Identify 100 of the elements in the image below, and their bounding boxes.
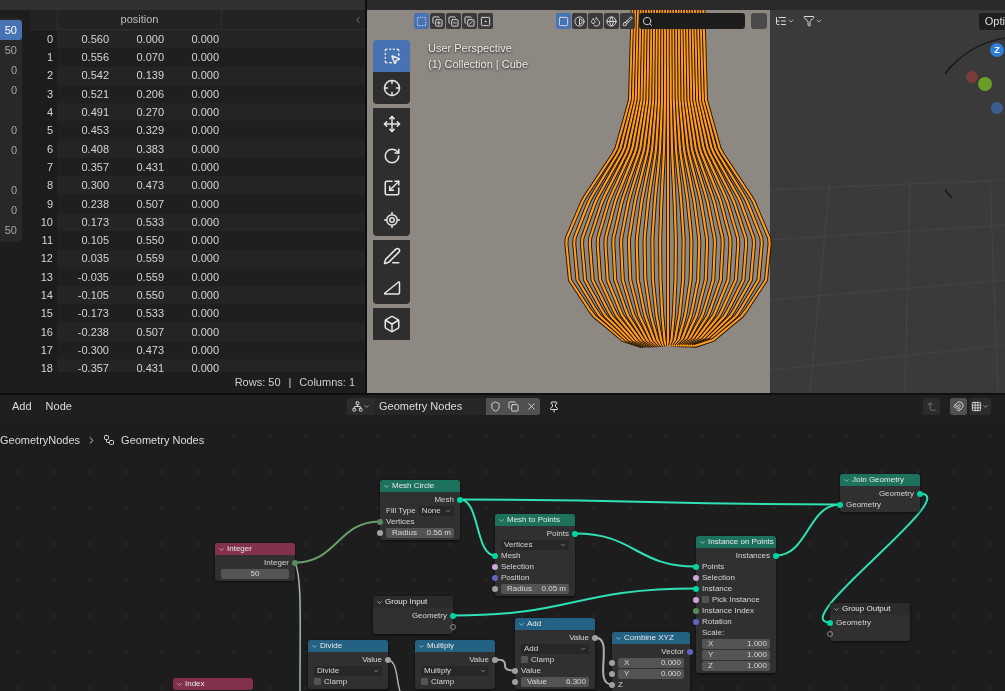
collapse-icon[interactable] xyxy=(353,14,363,25)
options-button[interactable]: Opti xyxy=(978,13,1005,30)
domain-count[interactable]: 0 xyxy=(0,80,22,100)
node-panel[interactable]: Join Geometry Geometry Geometry xyxy=(840,474,920,512)
node-socket[interactable] xyxy=(492,552,498,559)
node-socket[interactable] xyxy=(693,596,699,603)
number-field[interactable]: X 1.000 xyxy=(702,638,770,649)
crosshair-icon[interactable] xyxy=(373,72,410,104)
node-socket[interactable] xyxy=(377,529,383,536)
toggle-button[interactable] xyxy=(751,13,767,29)
navigation-gizmo-drawing[interactable] xyxy=(945,36,1005,200)
node-socket[interactable] xyxy=(292,559,298,566)
collapse-icon[interactable] xyxy=(311,642,318,650)
move-arrows-icon[interactable] xyxy=(373,108,410,140)
node-header[interactable]: Mesh Circle xyxy=(380,480,460,492)
dropdown[interactable]: Divide xyxy=(314,665,382,676)
shield-icon[interactable] xyxy=(486,398,504,415)
node-panel[interactable]: Integer Integer 50 xyxy=(215,543,295,581)
node-socket[interactable] xyxy=(693,607,699,614)
node-header[interactable]: Divide xyxy=(308,640,388,652)
pin-icon[interactable] xyxy=(548,400,560,413)
droplets-icon[interactable] xyxy=(588,13,603,29)
node-socket[interactable] xyxy=(492,656,498,663)
node-socket[interactable] xyxy=(693,618,699,625)
pen-icon[interactable] xyxy=(373,240,410,272)
checkbox[interactable] xyxy=(314,678,321,685)
domain-count[interactable]: 0 xyxy=(0,120,22,140)
transform-icon[interactable] xyxy=(373,204,410,236)
collapse-icon[interactable] xyxy=(518,620,525,628)
node-socket[interactable] xyxy=(512,667,518,674)
node-header[interactable]: Group Input xyxy=(373,596,453,608)
dropdown[interactable]: Vertices xyxy=(501,539,569,550)
grid-icon[interactable] xyxy=(971,401,982,412)
node-socket[interactable] xyxy=(693,563,699,570)
node-socket[interactable] xyxy=(592,634,598,641)
filter-icon[interactable] xyxy=(803,15,815,27)
checkbox[interactable] xyxy=(521,656,528,663)
node-socket[interactable] xyxy=(687,648,693,655)
number-field[interactable]: X 0.000 xyxy=(618,657,684,668)
domain-count[interactable]: 0 xyxy=(0,60,22,80)
close-icon[interactable] xyxy=(522,398,540,415)
node-header[interactable]: Add xyxy=(515,618,595,630)
number-field[interactable]: Y 0.000 xyxy=(618,668,684,679)
menu-item[interactable]: Add xyxy=(12,398,32,415)
caret-icon[interactable] xyxy=(815,17,823,25)
node-header[interactable]: Instance on Points xyxy=(696,536,776,548)
node-socket[interactable] xyxy=(377,518,383,525)
add-cube-icon[interactable] xyxy=(373,308,410,340)
caret-icon[interactable] xyxy=(982,403,989,410)
half-circle-icon[interactable] xyxy=(572,13,587,29)
node-socket[interactable] xyxy=(450,612,456,619)
node-panel[interactable]: Group Output Geometry xyxy=(830,603,910,641)
checkbox[interactable] xyxy=(702,596,709,603)
caret-icon[interactable] xyxy=(362,403,370,410)
brush-icon[interactable] xyxy=(620,13,635,29)
node-socket[interactable] xyxy=(492,585,498,592)
node-socket[interactable] xyxy=(457,496,463,503)
number-field[interactable]: Y 1.000 xyxy=(702,649,770,660)
node-group-field[interactable]: Geometry Nodes xyxy=(374,398,486,415)
menu-item[interactable]: Node xyxy=(45,398,72,415)
breadcrumb-item[interactable]: GeometryNodes xyxy=(0,432,81,449)
node-socket[interactable] xyxy=(512,678,518,685)
breadcrumb-item[interactable]: Geometry Nodes xyxy=(121,432,205,449)
node-socket[interactable] xyxy=(773,552,779,559)
node-socket[interactable] xyxy=(827,619,833,626)
node-socket[interactable] xyxy=(609,681,615,688)
node-header[interactable]: Combine XYZ xyxy=(612,632,690,644)
square-icon[interactable] xyxy=(556,13,571,29)
square-dot-icon[interactable] xyxy=(478,13,493,29)
copy-minus-icon[interactable] xyxy=(446,13,461,29)
domain-count[interactable]: 0 xyxy=(0,140,22,160)
node-header[interactable]: Integer xyxy=(215,543,295,555)
node-panel[interactable]: Add Value Add Clamp Value Value 6.300 xyxy=(515,618,595,689)
node-socket[interactable] xyxy=(492,563,498,570)
collapse-icon[interactable] xyxy=(833,605,840,613)
caret-icon[interactable] xyxy=(787,17,795,25)
collapse-icon[interactable] xyxy=(176,680,183,688)
select-box-icon[interactable] xyxy=(373,40,410,72)
node-panel[interactable]: Instance on Points Instances Points Selection Instance Pick Instance Instance Index Rotation Scale: X 1.000 Y 1.000 Z 1.000 xyxy=(696,536,776,673)
node-panel[interactable]: Multiply Value Multiply Clamp xyxy=(415,640,495,689)
node-panel[interactable]: Divide Value Divide Clamp xyxy=(308,640,388,689)
collapse-icon[interactable] xyxy=(218,545,225,553)
copy-plus-icon[interactable] xyxy=(430,13,445,29)
number-field[interactable]: Radius 0.05 m xyxy=(501,583,569,594)
checkbox[interactable] xyxy=(421,678,428,685)
domain-count[interactable]: 50 xyxy=(0,20,22,40)
node-header[interactable]: Multiply xyxy=(415,640,495,652)
collapse-icon[interactable] xyxy=(376,598,383,606)
dashed-square-icon[interactable] xyxy=(414,13,429,29)
node-panel[interactable]: Index xyxy=(173,678,253,690)
node-panel[interactable]: Combine XYZ Vector X 0.000 Y 0.000 Z xyxy=(612,632,690,691)
node-socket[interactable] xyxy=(572,530,578,537)
number-field[interactable]: 50 xyxy=(221,568,289,579)
search-field[interactable] xyxy=(639,13,745,29)
number-field[interactable]: Radius 0.56 m xyxy=(386,527,454,538)
node-panel[interactable]: Mesh to Points Points Vertices Mesh Selection Position Radius 0.05 m xyxy=(495,514,575,596)
node-header[interactable]: Mesh to Points xyxy=(495,514,575,526)
number-field[interactable]: Z 1.000 xyxy=(702,660,770,671)
triangle-ruler-icon[interactable] xyxy=(373,272,410,304)
domain-count[interactable]: 50 xyxy=(0,220,22,240)
